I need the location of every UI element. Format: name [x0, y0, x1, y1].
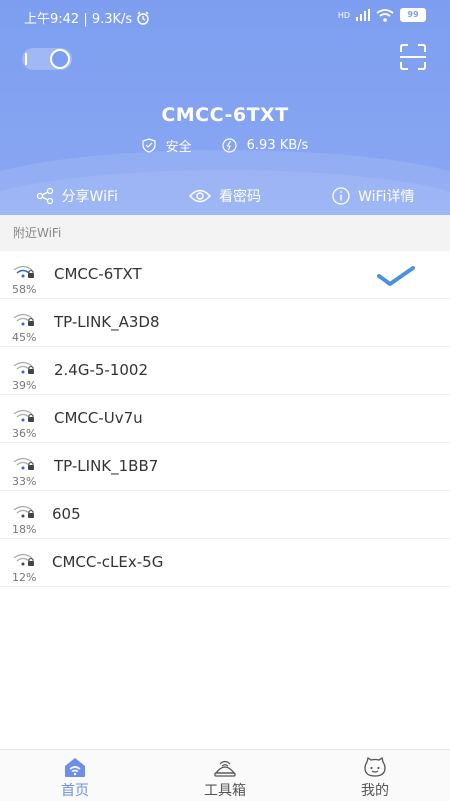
- signal-strength: 18%: [12, 523, 37, 536]
- wifi-details-button[interactable]: WiFi详情: [332, 186, 414, 206]
- speed-value: 6.93 KB/s: [246, 138, 309, 153]
- wifi-lock-icon: [13, 505, 34, 518]
- share-wifi-label: 分享WiFi: [61, 189, 118, 205]
- signal-strength: 33%: [12, 475, 37, 488]
- wifi-lock-icon: [13, 265, 34, 278]
- view-password-button[interactable]: 看密码: [189, 186, 261, 206]
- nav-mine[interactable]: 我的: [300, 750, 450, 801]
- status-time-speed: 上午9:42 | 9.3K/s: [24, 12, 133, 27]
- nav-home[interactable]: 首页: [0, 750, 150, 801]
- signal-strength: 58%: [12, 283, 37, 296]
- wifi-lock-icon: [13, 553, 34, 566]
- wifi-lock-icon: [13, 409, 34, 422]
- scan-icon[interactable]: [399, 44, 427, 70]
- wifi-list-item[interactable]: 33% TP-LINK_1BB7: [0, 443, 450, 491]
- signal-strength: 12%: [12, 571, 37, 584]
- wifi-lock-icon: [13, 313, 34, 326]
- shield-icon: [142, 138, 156, 153]
- toggle-knob: [50, 49, 70, 69]
- wifi-lock-icon: [13, 361, 34, 374]
- wifi-name: TP-LINK_1BB7: [54, 457, 159, 475]
- eye-icon: [189, 189, 211, 203]
- wifi-name: 2.4G-5-1002: [54, 361, 149, 379]
- wifi-list-item[interactable]: 12% CMCC-cLEx-5G: [0, 539, 450, 587]
- view-password-label: 看密码: [219, 189, 261, 205]
- bottom-nav: 首页 工具箱 我的: [0, 749, 450, 801]
- nav-mine-label: 我的: [361, 783, 389, 799]
- wifi-toggle[interactable]: [22, 48, 72, 70]
- wifi-list-item[interactable]: 45% TP-LINK_A3D8: [0, 299, 450, 347]
- signal-strength: 39%: [12, 379, 37, 392]
- wifi-name: 605: [52, 505, 81, 523]
- nav-toolbox-label: 工具箱: [204, 783, 246, 799]
- wifi-status-icon: [376, 8, 394, 22]
- wifi-list-item[interactable]: 39% 2.4G-5-1002: [0, 347, 450, 395]
- nearby-wifi-header: 附近WiFi: [0, 215, 450, 251]
- alarm-icon: [137, 10, 149, 25]
- nav-toolbox[interactable]: 工具箱: [150, 750, 300, 801]
- toggle-bar: [25, 53, 27, 65]
- share-wifi-button[interactable]: 分享WiFi: [36, 186, 118, 206]
- signal-strength: 45%: [12, 331, 37, 344]
- wifi-name: TP-LINK_A3D8: [54, 313, 160, 331]
- wifi-list-item[interactable]: 18% 605: [0, 491, 450, 539]
- signal-strength: 36%: [12, 427, 37, 440]
- wifi-name: CMCC-Uv7u: [54, 409, 143, 427]
- connection-info: 安全 6.93 KB/s: [0, 136, 450, 155]
- security-label: 安全: [165, 140, 192, 155]
- wifi-name: CMCC-6TXT: [54, 265, 142, 283]
- status-bar: 上午9:42 | 9.3K/s HD 99: [0, 0, 450, 32]
- speed-icon: [222, 138, 237, 153]
- wifi-list-item[interactable]: 36% CMCC-Uv7u: [0, 395, 450, 443]
- battery-icon: 99: [400, 8, 426, 22]
- connected-ssid: CMCC-6TXT: [161, 104, 289, 126]
- face-icon: [364, 756, 386, 777]
- nav-home-label: 首页: [61, 783, 89, 799]
- share-icon: [36, 187, 53, 205]
- header: 上午9:42 | 9.3K/s HD 99 CMCC-6TXT 安全 6.93 …: [0, 0, 450, 215]
- wifi-list: 58% CMCC-6TXT 45% TP-LINK_A3D8 39% 2.4G-…: [0, 251, 450, 587]
- home-wifi-icon: [65, 758, 85, 777]
- hd-indicator: HD: [337, 10, 350, 20]
- wifi-details-label: WiFi详情: [358, 189, 415, 205]
- action-bar: 分享WiFi 看密码 WiFi详情: [0, 182, 450, 210]
- cellular-signal-icon: [356, 9, 370, 21]
- wifi-list-item[interactable]: 58% CMCC-6TXT: [0, 251, 450, 299]
- toolbox-icon: [214, 760, 236, 777]
- info-icon: [332, 187, 350, 205]
- wifi-lock-icon: [13, 457, 34, 470]
- wifi-name: CMCC-cLEx-5G: [52, 553, 164, 571]
- checkmark-icon: [377, 266, 415, 286]
